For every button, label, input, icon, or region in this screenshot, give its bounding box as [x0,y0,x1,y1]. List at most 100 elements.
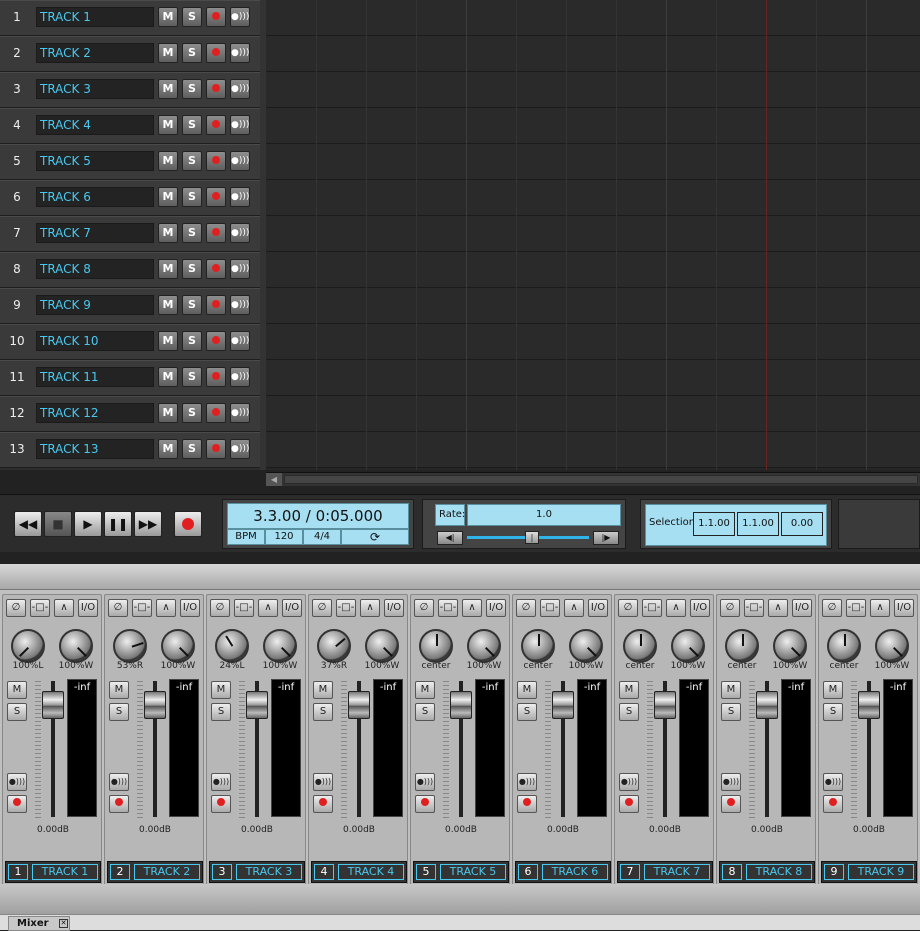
envelope-icon[interactable]: ∧ [258,599,278,617]
phase-invert-icon[interactable]: ∅ [516,599,536,617]
mute-button[interactable]: M [158,151,178,171]
fx-chain-icon[interactable]: -□- [336,599,356,617]
track-lane[interactable] [266,288,920,324]
solo-button[interactable]: S [182,259,202,279]
volume-value[interactable]: 0.00dB [105,825,205,835]
mute-button[interactable]: M [158,439,178,459]
channel-name[interactable]: TRACK 6 [542,864,608,880]
mute-button[interactable]: M [619,681,639,699]
fast-forward-icon[interactable]: ▶▶ [134,511,162,537]
solo-button[interactable]: S [182,115,202,135]
input-monitor-icon[interactable]: ●))) [211,773,231,791]
solo-button[interactable]: S [721,703,741,721]
mute-button[interactable]: M [158,295,178,315]
input-monitor-icon[interactable]: ●))) [230,115,250,135]
input-monitor-icon[interactable]: ●))) [230,223,250,243]
io-button[interactable]: I/O [894,599,914,617]
channel-name[interactable]: TRACK 3 [236,864,302,880]
io-button[interactable]: I/O [282,599,302,617]
solo-button[interactable]: S [182,223,202,243]
width-knob[interactable] [263,629,297,663]
mute-button[interactable]: M [158,7,178,27]
track-lane[interactable] [266,0,920,36]
envelope-icon[interactable]: ∧ [156,599,176,617]
pan-knob[interactable] [419,629,453,663]
record-arm-icon[interactable] [206,115,226,135]
input-monitor-icon[interactable]: ●))) [721,773,741,791]
volume-fader[interactable] [42,691,64,719]
track-name-field[interactable]: TRACK 1 [36,7,154,27]
fx-chain-icon[interactable]: -□- [234,599,254,617]
width-knob[interactable] [365,629,399,663]
width-knob[interactable] [569,629,603,663]
loop-icon[interactable]: ⟳ [341,529,409,545]
horizontal-scrollbar[interactable]: ◀ [266,472,920,486]
track-header[interactable]: 5 TRACK 5 M S ●))) [0,144,260,180]
mute-button[interactable]: M [158,403,178,423]
fx-chain-icon[interactable]: -□- [642,599,662,617]
rate-decrease-icon[interactable]: ◀| [437,531,463,545]
input-monitor-icon[interactable]: ●))) [823,773,843,791]
pan-knob[interactable] [725,629,759,663]
volume-value[interactable]: 0.00dB [207,825,307,835]
record-arm-icon[interactable] [206,79,226,99]
track-name-field[interactable]: TRACK 11 [36,367,154,387]
input-monitor-icon[interactable]: ●))) [109,773,129,791]
channel-name[interactable]: TRACK 4 [338,864,404,880]
record-arm-icon[interactable] [206,331,226,351]
io-button[interactable]: I/O [486,599,506,617]
track-name-field[interactable]: TRACK 10 [36,331,154,351]
pan-knob[interactable] [317,629,351,663]
time-display[interactable]: 3.3.00 / 0:05.000 [227,503,409,529]
solo-button[interactable]: S [182,79,202,99]
channel-name[interactable]: TRACK 2 [134,864,200,880]
bpm-value[interactable]: 120 [265,529,303,545]
volume-value[interactable]: 0.00dB [513,825,613,835]
volume-fader[interactable] [756,691,778,719]
close-icon[interactable]: ✕ [59,919,68,928]
input-monitor-icon[interactable]: ●))) [230,43,250,63]
track-header[interactable]: 1 TRACK 1 M S ●))) [0,0,260,36]
input-monitor-icon[interactable]: ●))) [230,7,250,27]
record-arm-icon[interactable] [206,403,226,423]
rate-slider-handle[interactable]: | [525,531,539,544]
width-knob[interactable] [161,629,195,663]
envelope-icon[interactable]: ∧ [564,599,584,617]
track-lane[interactable] [266,432,920,468]
width-knob[interactable] [467,629,501,663]
track-name-field[interactable]: TRACK 5 [36,151,154,171]
scroll-thumb[interactable] [284,475,918,484]
selection-start[interactable]: 1.1.00 [693,512,735,536]
mute-button[interactable]: M [158,331,178,351]
volume-fader[interactable] [654,691,676,719]
track-name-field[interactable]: TRACK 2 [36,43,154,63]
track-lane[interactable] [266,216,920,252]
arrange-view[interactable] [260,0,920,470]
mute-button[interactable]: M [211,681,231,699]
mute-button[interactable]: M [158,187,178,207]
mute-button[interactable]: M [313,681,333,699]
record-arm-icon[interactable] [206,151,226,171]
mute-button[interactable]: M [158,223,178,243]
volume-fader[interactable] [552,691,574,719]
volume-value[interactable]: 0.00dB [309,825,409,835]
width-knob[interactable] [875,629,909,663]
io-button[interactable]: I/O [588,599,608,617]
track-header[interactable]: 2 TRACK 2 M S ●))) [0,36,260,72]
width-knob[interactable] [59,629,93,663]
envelope-icon[interactable]: ∧ [462,599,482,617]
phase-invert-icon[interactable]: ∅ [210,599,230,617]
volume-fader[interactable] [858,691,880,719]
pan-knob[interactable] [827,629,861,663]
track-lane[interactable] [266,72,920,108]
volume-value[interactable]: 0.00dB [3,825,103,835]
rate-value[interactable]: 1.0 [467,504,621,526]
phase-invert-icon[interactable]: ∅ [720,599,740,617]
channel-name[interactable]: TRACK 8 [746,864,812,880]
io-button[interactable]: I/O [384,599,404,617]
solo-button[interactable]: S [182,367,202,387]
fx-chain-icon[interactable]: -□- [438,599,458,617]
mute-button[interactable]: M [721,681,741,699]
solo-button[interactable]: S [182,7,202,27]
record-arm-icon[interactable] [206,259,226,279]
